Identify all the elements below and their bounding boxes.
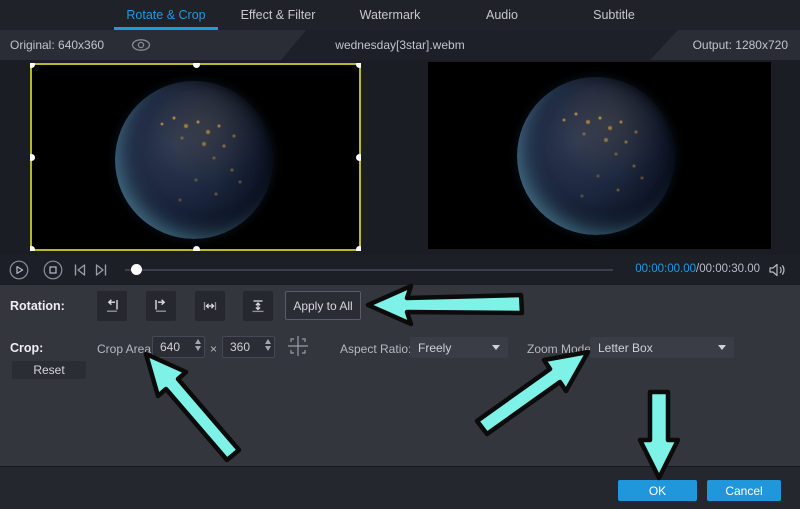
rotate-right-button[interactable] — [146, 291, 176, 321]
play-icon[interactable] — [9, 260, 29, 280]
stepper-up-icon[interactable] — [195, 339, 201, 344]
time-display: 00:00:00.00/00:00:30.00 — [635, 263, 760, 275]
footer-bar: OK Cancel — [0, 466, 800, 509]
preview-header: wednesday[3star].webm Original: 640x360 … — [0, 30, 800, 60]
crop-height-stepper[interactable] — [265, 339, 271, 351]
original-size-badge: Original: 640x360 — [0, 30, 306, 60]
stepper-down-icon[interactable] — [265, 346, 271, 351]
crop-handle[interactable] — [193, 246, 200, 251]
chevron-down-icon — [492, 345, 500, 350]
crop-width-wrap — [152, 336, 205, 358]
tab-subtitle[interactable]: Subtitle — [558, 0, 670, 30]
apply-to-all-button[interactable]: Apply to All — [285, 291, 361, 320]
tab-bar: Rotate & Crop Effect & Filter Watermark … — [0, 0, 800, 30]
flip-horizontal-icon — [202, 298, 218, 314]
aspect-ratio-select[interactable]: Freely — [410, 337, 508, 358]
zoom-mode-value: Letter Box — [598, 341, 653, 355]
output-video-preview — [428, 62, 771, 249]
crop-frame — [30, 63, 361, 251]
rotate-left-button[interactable] — [97, 291, 127, 321]
stepper-down-icon[interactable] — [195, 346, 201, 351]
crop-handle[interactable] — [30, 63, 35, 68]
crop-width-stepper[interactable] — [195, 339, 201, 351]
flip-vertical-button[interactable] — [243, 291, 273, 321]
video-stage — [0, 60, 800, 255]
previous-frame-icon[interactable] — [72, 263, 88, 277]
zoom-mode-label: Zoom Mode: — [527, 342, 594, 356]
rotation-label: Rotation: — [10, 299, 65, 313]
chevron-down-icon — [718, 345, 726, 350]
cancel-button[interactable]: Cancel — [707, 480, 781, 501]
tab-rotate-crop[interactable]: Rotate & Crop — [110, 0, 222, 30]
earth-image — [517, 77, 675, 235]
city-lights — [517, 77, 519, 79]
preview-eye-icon[interactable] — [130, 38, 152, 52]
playback-bar: 00:00:00.00/00:00:30.00 — [0, 255, 800, 285]
zoom-mode-select[interactable]: Letter Box — [590, 337, 734, 358]
flip-vertical-icon — [250, 298, 266, 314]
tab-effect-filter[interactable]: Effect & Filter — [222, 0, 334, 30]
current-time: 00:00:00.00 — [635, 263, 696, 275]
next-frame-icon[interactable] — [93, 263, 109, 277]
aspect-ratio-label: Aspect Ratio: — [340, 342, 411, 356]
stop-icon[interactable] — [43, 260, 63, 280]
stepper-up-icon[interactable] — [265, 339, 271, 344]
aspect-ratio-value: Freely — [418, 341, 451, 355]
rotate-crop-dialog: Rotate & Crop Effect & Filter Watermark … — [0, 0, 800, 509]
seek-slider[interactable] — [125, 269, 613, 271]
center-crop-icon[interactable] — [286, 334, 310, 361]
crop-handle[interactable] — [356, 154, 361, 161]
original-video-preview — [30, 63, 361, 251]
crop-handle[interactable] — [356, 63, 361, 68]
seek-slider-thumb[interactable] — [131, 264, 142, 275]
multiply-sign: × — [210, 342, 217, 356]
volume-icon[interactable] — [768, 262, 787, 283]
rotate-left-icon — [104, 298, 120, 314]
tab-watermark[interactable]: Watermark — [334, 0, 446, 30]
crop-handle[interactable] — [30, 154, 35, 161]
crop-handle[interactable] — [193, 63, 200, 68]
reset-button[interactable]: Reset — [12, 361, 86, 379]
ok-button[interactable]: OK — [618, 480, 697, 501]
crop-handle[interactable] — [30, 246, 35, 251]
crop-label: Crop: — [10, 341, 43, 355]
crop-area-label: Crop Area: — [97, 342, 154, 356]
crop-height-wrap — [222, 336, 275, 358]
tab-audio[interactable]: Audio — [446, 0, 558, 30]
control-panel: Rotation: — [0, 285, 800, 466]
rotate-right-icon — [153, 298, 169, 314]
flip-horizontal-button[interactable] — [195, 291, 225, 321]
crop-handle[interactable] — [356, 246, 361, 251]
total-time: 00:00:30.00 — [699, 263, 760, 275]
